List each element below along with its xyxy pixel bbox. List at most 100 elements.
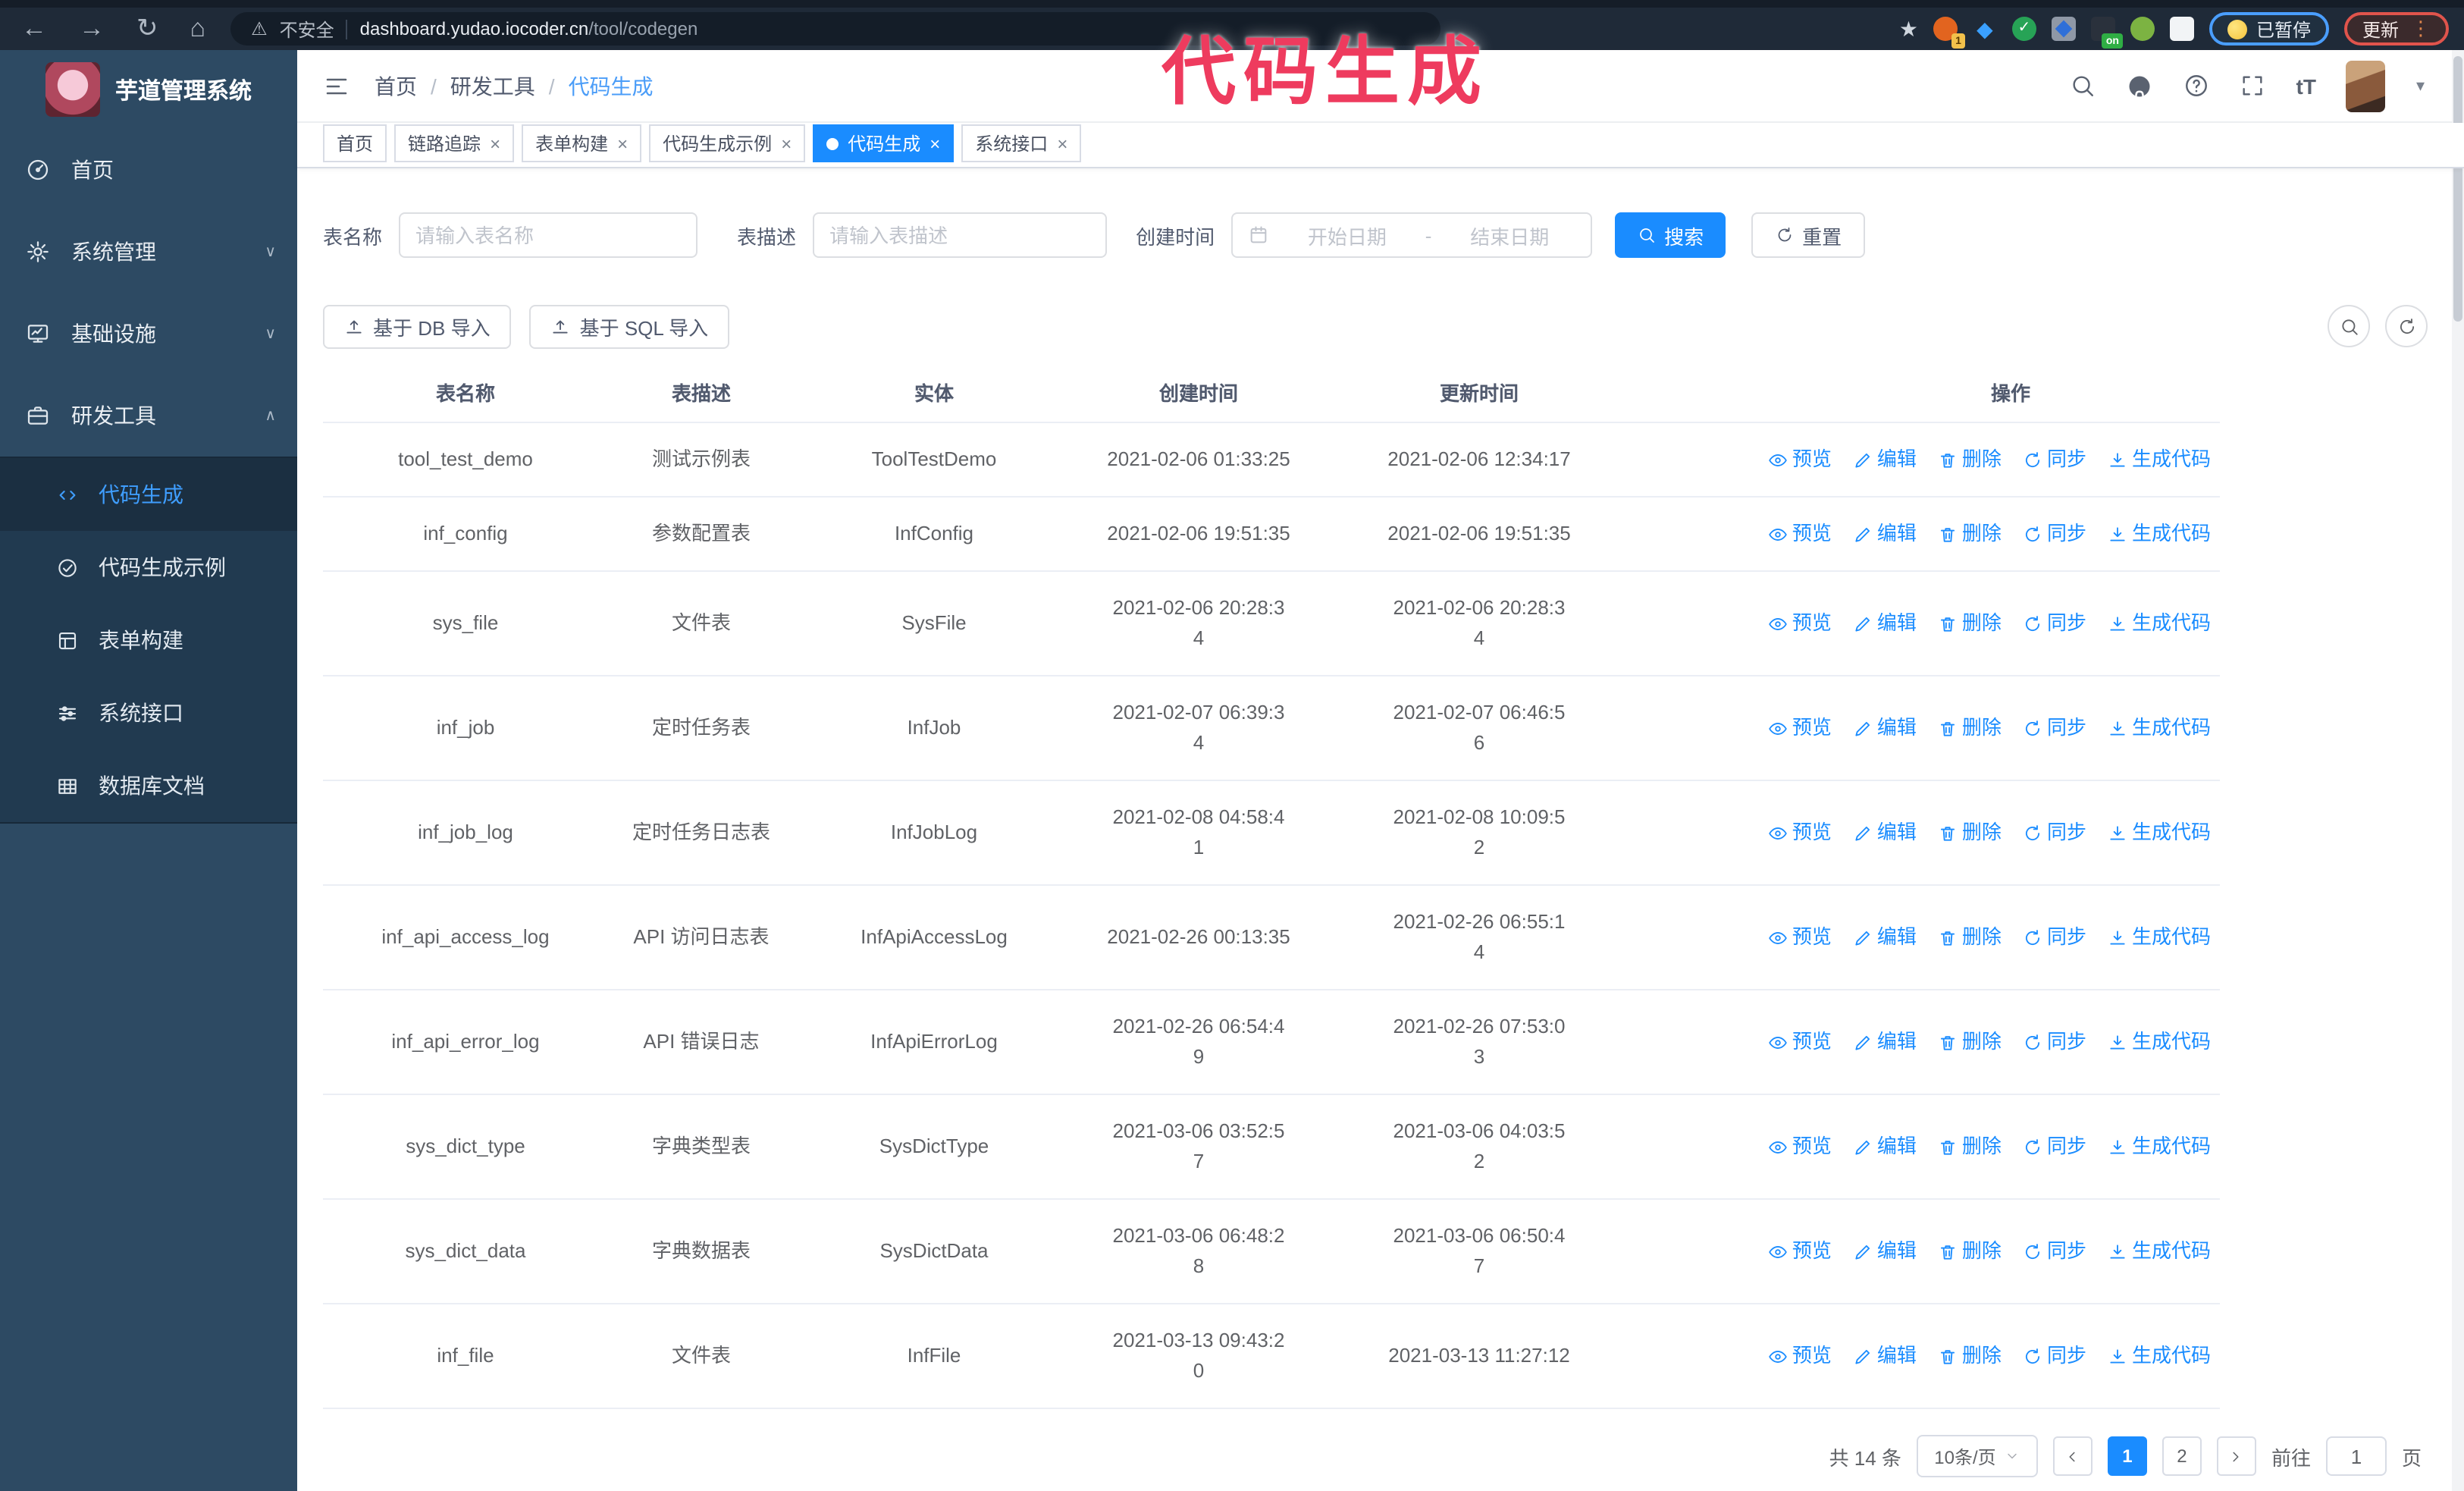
sync-link[interactable]: 同步 [2023,1027,2086,1057]
bookmark-star-icon[interactable]: ★ [1899,16,1918,42]
delete-link[interactable]: 删除 [1938,519,2002,549]
update-button[interactable]: 更新 ⋮ [2343,12,2449,46]
delete-link[interactable]: 删除 [1938,1132,2002,1162]
sync-link[interactable]: 同步 [2023,519,2086,549]
breadcrumb-devtools[interactable]: 研发工具 [450,71,535,101]
generate-code-link[interactable]: 生成代码 [2108,444,2211,475]
table-desc-input[interactable] [813,212,1108,258]
generate-code-link[interactable]: 生成代码 [2108,922,2211,953]
avatar[interactable] [2346,60,2386,111]
goto-page-input[interactable] [2325,1436,2387,1476]
preview-link[interactable]: 预览 [1768,608,1832,639]
tab-system-api[interactable]: 系统接口 × [961,124,1082,162]
sync-link[interactable]: 同步 [2023,1236,2086,1267]
hamburger-icon[interactable] [323,72,350,99]
edit-link[interactable]: 编辑 [1853,1341,1917,1371]
preview-link[interactable]: 预览 [1768,444,1832,475]
sync-link[interactable]: 同步 [2023,444,2086,475]
table-name-input[interactable] [399,212,698,258]
close-icon[interactable]: × [1057,133,1067,154]
generate-code-link[interactable]: 生成代码 [2108,1027,2211,1057]
close-icon[interactable]: × [490,133,500,154]
preview-link[interactable]: 预览 [1768,1341,1832,1371]
edit-link[interactable]: 编辑 [1853,818,1917,848]
generate-code-link[interactable]: 生成代码 [2108,1132,2211,1162]
tab-form-builder[interactable]: 表单构建 × [522,124,642,162]
sync-link[interactable]: 同步 [2023,1132,2086,1162]
delete-link[interactable]: 删除 [1938,922,2002,953]
extension-check-icon[interactable]: ✓ [2011,17,2036,41]
delete-link[interactable]: 删除 [1938,713,2002,743]
page-size-select[interactable]: 10条/页 [1916,1435,2038,1477]
app-logo[interactable]: 芋道管理系统 [0,50,297,129]
delete-link[interactable]: 删除 [1938,444,2002,475]
generate-code-link[interactable]: 生成代码 [2108,1341,2211,1371]
generate-code-link[interactable]: 生成代码 [2108,608,2211,639]
question-icon[interactable] [2184,73,2210,99]
home-icon[interactable]: ⌂ [190,14,206,44]
search-icon[interactable] [2071,73,2096,99]
page-button-1[interactable]: 1 [2107,1436,2147,1476]
sync-link[interactable]: 同步 [2023,818,2086,848]
back-icon[interactable]: ← [21,14,47,44]
sync-link[interactable]: 同步 [2023,1341,2086,1371]
preview-link[interactable]: 预览 [1768,713,1832,743]
tab-tracing[interactable]: 链路追踪 × [394,124,515,162]
delete-link[interactable]: 删除 [1938,1341,2002,1371]
font-size-icon[interactable]: tT [2296,74,2316,98]
edit-link[interactable]: 编辑 [1853,1236,1917,1267]
extension-grid-icon[interactable] [2051,17,2076,41]
sidebar-item-form-builder[interactable]: 表单构建 [0,604,297,676]
generate-code-link[interactable]: 生成代码 [2108,519,2211,549]
preview-link[interactable]: 预览 [1768,1236,1832,1267]
delete-link[interactable]: 删除 [1938,1236,2002,1267]
paused-badge[interactable]: 已暂停 [2209,12,2329,46]
import-sql-button[interactable]: 基于 SQL 导入 [529,304,730,348]
sync-link[interactable]: 同步 [2023,608,2086,639]
edit-link[interactable]: 编辑 [1853,922,1917,953]
edit-link[interactable]: 编辑 [1853,519,1917,549]
page-scrollbar[interactable] [2452,50,2464,1491]
edit-link[interactable]: 编辑 [1853,1027,1917,1057]
edit-link[interactable]: 编辑 [1853,444,1917,475]
search-button[interactable]: 搜索 [1615,212,1726,258]
generate-code-link[interactable]: 生成代码 [2108,818,2211,848]
preview-link[interactable]: 预览 [1768,519,1832,549]
edit-link[interactable]: 编辑 [1853,608,1917,639]
sync-link[interactable]: 同步 [2023,922,2086,953]
reload-icon[interactable]: ↻ [136,14,158,44]
extension-icon[interactable]: on [2090,17,2123,49]
close-icon[interactable]: × [617,133,628,154]
import-db-button[interactable]: 基于 DB 导入 [323,304,512,348]
tab-codegen[interactable]: 代码生成 × [813,124,955,162]
extension-gem-icon[interactable]: ◆ [1973,17,1997,41]
edit-link[interactable]: 编辑 [1853,713,1917,743]
extension-icon[interactable] [2130,17,2155,41]
sidebar-item-codegen-example[interactable]: 代码生成示例 [0,531,297,604]
breadcrumb-home[interactable]: 首页 [375,71,417,101]
preview-link[interactable]: 预览 [1768,1132,1832,1162]
edit-link[interactable]: 编辑 [1853,1132,1917,1162]
show-search-button[interactable] [2328,305,2370,347]
next-page-button[interactable] [2216,1436,2256,1476]
reset-button[interactable]: 重置 [1751,212,1866,258]
caret-down-icon[interactable]: ▾ [2416,76,2425,96]
close-icon[interactable]: × [781,133,792,154]
forward-icon[interactable]: → [79,14,105,44]
page-button-2[interactable]: 2 [2161,1436,2202,1476]
scrollbar-thumb[interactable] [2453,56,2462,322]
sidebar-item-system[interactable]: 系统管理 ∨ [0,211,297,293]
generate-code-link[interactable]: 生成代码 [2108,1236,2211,1267]
kebab-menu-icon[interactable]: ⋮ [2411,17,2431,41]
sidebar-item-devtools[interactable]: 研发工具 ∧ [0,375,297,457]
address-bar[interactable]: ⚠ 不安全 dashboard.yudao.iocoder.cn/tool/co… [230,12,1440,46]
delete-link[interactable]: 删除 [1938,1027,2002,1057]
prev-page-button[interactable] [2052,1436,2093,1476]
sidebar-item-db-doc[interactable]: 数据库文档 [0,749,297,822]
delete-link[interactable]: 删除 [1938,818,2002,848]
close-icon[interactable]: × [929,133,940,154]
extension-puzzle-icon[interactable] [2169,17,2194,41]
preview-link[interactable]: 预览 [1768,818,1832,848]
tab-codegen-example[interactable]: 代码生成示例 × [649,124,806,162]
fullscreen-icon[interactable] [2240,73,2266,99]
